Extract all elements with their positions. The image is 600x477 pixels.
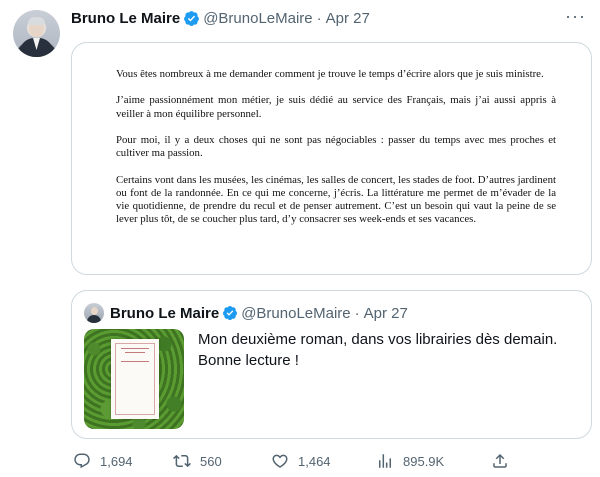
document-paragraph: Pour moi, il y a deux choses qui ne sont… — [116, 133, 556, 160]
quoted-author-handle: @BrunoLeMaire — [241, 304, 351, 322]
share-button[interactable] — [491, 452, 518, 470]
quoted-header: Bruno Le Maire @BrunoLeMaire · Apr 27 — [110, 304, 408, 322]
book-cover-title-line — [121, 348, 149, 349]
author-handle[interactable]: @BrunoLeMaire — [203, 10, 312, 27]
more-options-icon[interactable]: ··· — [565, 6, 586, 27]
author-name[interactable]: Bruno Le Maire — [71, 10, 180, 27]
views-button[interactable]: 895.9K — [376, 452, 444, 470]
document-text: Vous êtes nombreux à me demander comment… — [116, 68, 556, 240]
heart-icon — [272, 454, 288, 468]
reply-button[interactable]: 1,694 — [73, 452, 133, 470]
share-icon — [493, 453, 507, 468]
verified-badge-icon — [184, 10, 200, 26]
document-paragraph: Certains vont dans les musées, les ciném… — [116, 173, 556, 226]
quoted-date: Apr 27 — [363, 304, 408, 322]
verified-badge-icon — [223, 306, 238, 321]
book-cover-thumbnail[interactable] — [84, 329, 184, 429]
quoted-author-name[interactable]: Bruno Le Maire — [110, 305, 219, 322]
like-count: 1,464 — [298, 453, 331, 469]
tweet-actions-bar: 1,694 560 1,464 895.9K — [71, 452, 592, 474]
tweet-date[interactable]: Apr 27 — [326, 10, 370, 27]
document-paragraph: J’aime passionnément mon métier, je suis… — [116, 94, 556, 120]
book-cover-title-line — [121, 361, 149, 362]
tweet-header: Bruno Le Maire @BrunoLeMaire · Apr 27 ··… — [71, 6, 586, 28]
book-cover-title-line — [125, 352, 145, 353]
quoted-tweet[interactable]: Bruno Le Maire @BrunoLeMaire · Apr 27 Mo… — [71, 290, 592, 439]
quoted-tweet-text: Mon deuxième roman, dans vos librairies … — [198, 331, 558, 369]
quoted-avatar[interactable] — [84, 303, 104, 323]
quoted-avatar-face — [91, 307, 98, 315]
attached-document-image[interactable]: Vous êtes nombreux à me demander comment… — [71, 42, 592, 275]
like-button[interactable]: 1,464 — [271, 452, 331, 470]
views-count: 895.9K — [403, 453, 445, 469]
views-bar-chart-icon — [379, 454, 391, 468]
avatar-hair — [28, 17, 45, 25]
quoted-avatar-suit — [87, 315, 101, 323]
reply-icon — [74, 453, 90, 469]
separator-dot: · — [354, 304, 360, 322]
retweet-button[interactable]: 560 — [173, 452, 222, 470]
avatar[interactable] — [13, 10, 60, 57]
document-paragraph: Vous êtes nombreux à me demander comment… — [116, 68, 544, 80]
separator-dot: · — [316, 9, 322, 27]
reply-count: 1,694 — [100, 453, 133, 469]
book-cover-frame — [115, 343, 155, 415]
retweet-icon — [173, 454, 191, 468]
book-cover-image — [111, 339, 159, 419]
retweet-count: 560 — [200, 453, 222, 469]
